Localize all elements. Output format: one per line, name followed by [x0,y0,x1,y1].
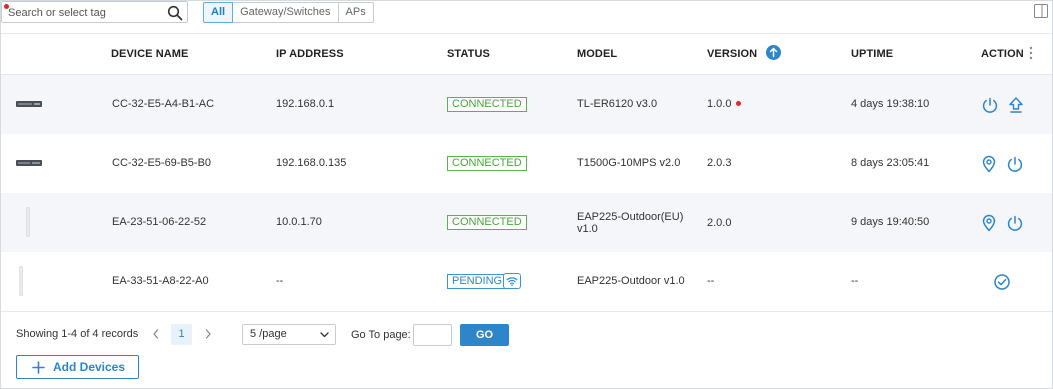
header-action: ACTION [981,48,1024,60]
header-model[interactable]: MODEL [577,48,617,60]
outdoor-ap-image [26,207,30,237]
gateway-router-image [16,101,42,107]
chevron-left-icon [153,329,159,339]
header-version[interactable]: VERSION [707,48,757,60]
locate-icon[interactable] [980,214,998,232]
device-type-filter: All Gateway/Switches APs [203,2,374,23]
version: 1.0.0 [707,98,742,110]
power-icon[interactable] [981,96,999,114]
toolbar: All Gateway/Switches APs [0,0,1053,30]
search-icon[interactable] [167,5,183,21]
prev-page-button[interactable] [146,324,166,344]
filter-all[interactable]: All [203,2,234,23]
table-bottom-divider [1,311,1052,312]
uptime: 9 days 19:40:50 [851,216,930,228]
search-box[interactable] [1,1,188,23]
locate-icon[interactable] [980,155,998,173]
table-row[interactable]: CC-32-E5-A4-B1-AC 192.168.0.1 CONNECTED … [1,75,1052,134]
uptime: 4 days 19:38:10 [851,98,930,110]
version: 2.0.0 [707,217,732,229]
uptime: 8 days 23:05:41 [851,157,930,169]
search-input[interactable] [8,5,158,20]
go-button[interactable]: GO [460,324,509,346]
per-page-select[interactable]: 5 /page [242,324,336,345]
status-badge: PENDING [447,274,508,289]
switch-image [16,160,42,166]
header-ip-address[interactable]: IP ADDRESS [276,48,344,60]
side-panel-toggle-icon[interactable] [1034,4,1048,18]
chevron-down-icon [320,332,329,338]
model: EAP225-Outdoor v1.0 [577,275,685,287]
goto-page-input[interactable] [413,324,452,346]
filter-gateway-switches[interactable]: Gateway/Switches [232,2,339,23]
model-line-1: EAP225-Outdoor(EU) [577,211,684,223]
table-header: DEVICE NAME IP ADDRESS STATUS MODEL VERS… [1,33,1052,75]
status-badge: CONNECTED [447,215,527,230]
header-status[interactable]: STATUS [447,48,490,60]
model: T1500G-10MPS v2.0 [577,157,681,169]
power-icon[interactable] [1006,214,1024,232]
status-badge: CONNECTED [447,97,527,112]
goto-page-label: Go To page: [351,329,411,341]
header-uptime[interactable]: UPTIME [851,48,893,60]
add-devices-button[interactable]: Add Devices [16,355,139,379]
column-menu-icon[interactable] [1029,46,1033,60]
device-name[interactable]: CC-32-E5-69-B5-B0 [112,157,211,169]
next-page-button[interactable] [198,324,218,344]
plus-icon [32,361,45,374]
device-name[interactable]: CC-32-E5-A4-B1-AC [112,98,214,110]
uptime: -- [851,275,859,287]
upgrade-all-icon[interactable] [766,45,781,60]
table-row[interactable]: CC-32-E5-69-B5-B0 192.168.0.135 CONNECTE… [1,134,1052,193]
records-count: Showing 1-4 of 4 records [16,328,139,340]
update-available-dot [736,101,742,106]
version-text: 1.0.0 [707,98,732,110]
version: 2.0.3 [707,157,732,169]
header-device-name[interactable]: DEVICE NAME [111,48,189,60]
ip-address: 192.168.0.135 [276,157,347,169]
model-line-2: v1.0 [577,223,598,235]
filter-aps[interactable]: APs [337,2,374,23]
model: TL-ER6120 v3.0 [577,98,658,110]
version: -- [707,275,715,287]
table-row[interactable]: EA-23-51-06-22-52 10.0.1.70 CONNECTED EA… [1,193,1052,252]
wifi-icon [503,273,521,289]
page-number-current[interactable]: 1 [171,324,192,345]
upgrade-icon[interactable] [1007,96,1025,114]
chevron-right-icon [205,329,211,339]
device-name[interactable]: EA-23-51-06-22-52 [112,216,206,228]
per-page-value: 5 /page [250,328,287,340]
add-devices-label: Add Devices [53,360,126,374]
device-name[interactable]: EA-33-51-A8-22-A0 [112,275,209,287]
power-icon[interactable] [1006,155,1024,173]
model: EAP225-Outdoor(EU) v1.0 [577,211,683,235]
status-badge: CONNECTED [447,156,527,171]
ip-address: 10.0.1.70 [276,216,322,228]
table-row[interactable]: EA-33-51-A8-22-A0 -- PENDING EAP225-Outd… [1,252,1052,311]
outdoor-ap-image [19,266,23,296]
adopt-check-icon[interactable] [993,273,1011,291]
ip-address: -- [276,275,284,287]
ip-address: 192.168.0.1 [276,98,335,110]
